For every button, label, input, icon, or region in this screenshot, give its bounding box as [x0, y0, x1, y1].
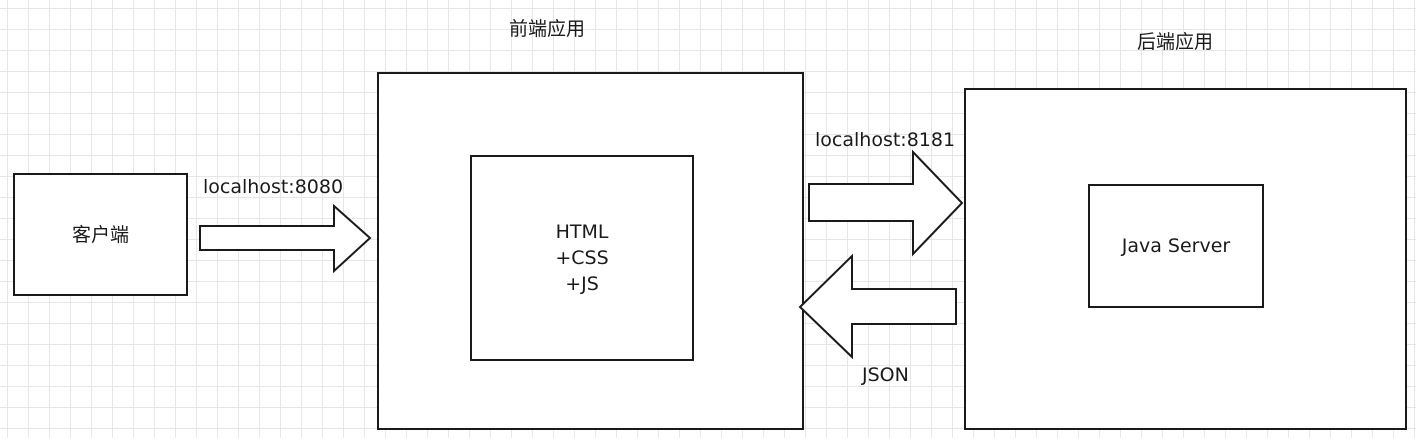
backend-to-frontend-arrow [798, 253, 957, 360]
frontend-to-backend-arrow [808, 149, 964, 257]
diagram-canvas: 客户端 前端应用 HTML +CSS +JS 后端应用 Java Server … [0, 0, 1416, 438]
arrows-layer [199, 149, 964, 360]
client-to-frontend-arrow [199, 203, 372, 274]
